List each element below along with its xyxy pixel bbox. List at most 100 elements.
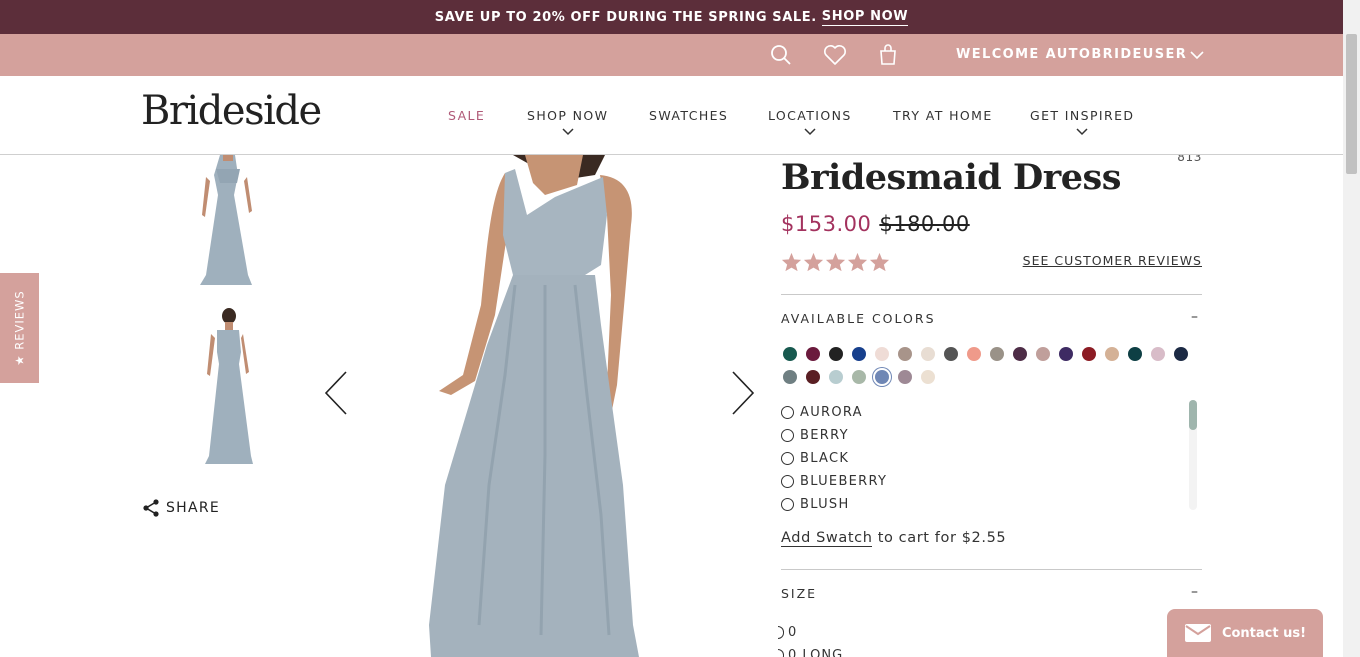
product-thumbnail-back[interactable] <box>195 308 260 466</box>
color-option-label: BERRY <box>800 428 849 443</box>
color-option-label: BLUEBERRY <box>800 474 888 489</box>
nav-try-at-home[interactable]: TRY AT HOME <box>893 108 993 123</box>
color-list-scroll-thumb[interactable] <box>1189 400 1197 430</box>
color-swatch[interactable] <box>1036 347 1050 361</box>
brand-logo[interactable]: Brideside <box>141 88 322 134</box>
product-main-image <box>395 155 695 657</box>
star-icon <box>869 252 890 272</box>
color-swatch[interactable] <box>1105 347 1119 361</box>
color-option[interactable]: AURORA <box>781 401 1201 424</box>
radio-icon[interactable] <box>781 498 794 511</box>
size-option[interactable]: 0 <box>778 621 843 644</box>
color-swatch[interactable] <box>852 347 866 361</box>
shopping-bag-icon[interactable] <box>875 42 901 68</box>
color-swatch[interactable] <box>806 347 820 361</box>
color-swatch[interactable] <box>829 370 843 384</box>
color-swatch[interactable] <box>783 370 797 384</box>
color-swatch[interactable] <box>1174 347 1188 361</box>
product-title: Bridesmaid Dress <box>781 157 1121 198</box>
original-price: $180.00 <box>879 212 970 236</box>
see-customer-reviews-link[interactable]: SEE CUSTOMER REVIEWS <box>1023 253 1202 268</box>
reviews-tab-label: ★ REVIEWS <box>12 290 27 366</box>
color-swatch[interactable] <box>852 370 866 384</box>
nav-locations-label: LOCATIONS <box>768 108 852 123</box>
colors-collapse-toggle[interactable]: – <box>1191 309 1198 325</box>
sale-price: $153.00 <box>781 212 872 236</box>
account-menu[interactable]: WELCOME AUTOBRIDEUSER <box>956 47 1204 62</box>
price-row: $153.00 $180.00 <box>781 212 970 236</box>
color-swatch[interactable] <box>1013 347 1027 361</box>
utility-bar: WELCOME AUTOBRIDEUSER <box>0 34 1343 76</box>
radio-icon[interactable] <box>778 626 784 639</box>
nav-shop-now[interactable]: SHOP NOW <box>527 108 608 136</box>
divider <box>781 294 1202 295</box>
color-option[interactable]: BLUEBERRY <box>781 470 1201 493</box>
nav-sale[interactable]: SALE <box>448 108 485 123</box>
color-swatch[interactable] <box>875 347 889 361</box>
main-navigation: Brideside SALE SHOP NOW SWATCHES LOCATIO… <box>0 76 1343 155</box>
mail-icon <box>1184 624 1211 642</box>
chevron-right-icon <box>732 371 755 415</box>
size-option-label: 0 LONG <box>788 648 844 657</box>
color-swatch[interactable] <box>1059 347 1073 361</box>
nav-get-inspired[interactable]: GET INSPIRED <box>1030 108 1134 136</box>
star-rating <box>781 252 890 272</box>
star-icon <box>847 252 868 272</box>
share-button[interactable]: SHARE <box>142 499 220 517</box>
nav-swatches[interactable]: SWATCHES <box>649 108 728 123</box>
next-image-arrow[interactable] <box>729 370 755 416</box>
radio-icon[interactable] <box>781 475 794 488</box>
star-icon <box>825 252 846 272</box>
add-swatch-row: Add Swatch to cart for $2.55 <box>781 530 1007 547</box>
color-option[interactable]: BERRY <box>781 424 1201 447</box>
color-option[interactable]: BLACK <box>781 447 1201 470</box>
color-swatch[interactable] <box>806 370 820 384</box>
size-collapse-toggle[interactable]: – <box>1191 584 1198 600</box>
size-options-list: 0 0 LONG <box>778 621 843 657</box>
nav-locations[interactable]: LOCATIONS <box>768 108 852 136</box>
color-swatch[interactable] <box>898 370 912 384</box>
color-swatch[interactable] <box>829 347 843 361</box>
color-swatch[interactable] <box>1128 347 1142 361</box>
color-option[interactable]: BLUSH <box>781 493 1201 511</box>
share-label: SHARE <box>166 500 221 516</box>
previous-image-arrow[interactable] <box>324 370 350 416</box>
shop-now-link[interactable]: SHOP NOW <box>821 9 909 26</box>
color-swatch[interactable] <box>944 347 958 361</box>
add-swatch-text: to cart for $2.55 <box>877 530 1007 546</box>
star-icon <box>781 252 802 272</box>
search-icon[interactable] <box>768 42 794 68</box>
radio-icon[interactable] <box>781 406 794 419</box>
contact-us-button[interactable]: Contact us! <box>1167 609 1323 657</box>
color-option-label: BLACK <box>800 451 850 466</box>
color-swatch[interactable] <box>967 347 981 361</box>
color-swatch[interactable] <box>921 347 935 361</box>
color-swatch[interactable] <box>1082 347 1096 361</box>
star-icon <box>803 252 824 272</box>
radio-icon[interactable] <box>781 429 794 442</box>
reviews-side-tab[interactable]: ★ REVIEWS <box>0 273 39 383</box>
product-thumbnail-front[interactable] <box>190 155 265 287</box>
color-swatch[interactable] <box>898 347 912 361</box>
radio-icon[interactable] <box>781 452 794 465</box>
size-option[interactable]: 0 LONG <box>778 644 843 657</box>
chevron-down-icon <box>562 128 574 136</box>
color-swatch[interactable] <box>783 347 797 361</box>
size-heading: SIZE <box>781 586 818 601</box>
color-swatch[interactable] <box>1151 347 1165 361</box>
color-option-label: BLUSH <box>800 497 850 511</box>
contact-us-label: Contact us! <box>1221 625 1307 641</box>
chevron-down-icon <box>804 128 816 136</box>
color-swatch[interactable] <box>875 370 889 384</box>
add-swatch-link[interactable]: Add Swatch <box>781 530 873 547</box>
chevron-down-icon <box>1190 50 1204 59</box>
size-option-label: 0 <box>788 625 798 640</box>
color-options-list: AURORA BERRY BLACK BLUEBERRY BLUSH <box>781 401 1201 511</box>
radio-icon[interactable] <box>778 649 784 657</box>
available-colors-heading: AVAILABLE COLORS <box>781 311 936 326</box>
heart-icon[interactable] <box>822 42 848 68</box>
page-scrollbar[interactable] <box>1343 0 1360 657</box>
page-scroll-thumb[interactable] <box>1346 34 1357 174</box>
color-swatch[interactable] <box>921 370 935 384</box>
color-swatch[interactable] <box>990 347 1004 361</box>
